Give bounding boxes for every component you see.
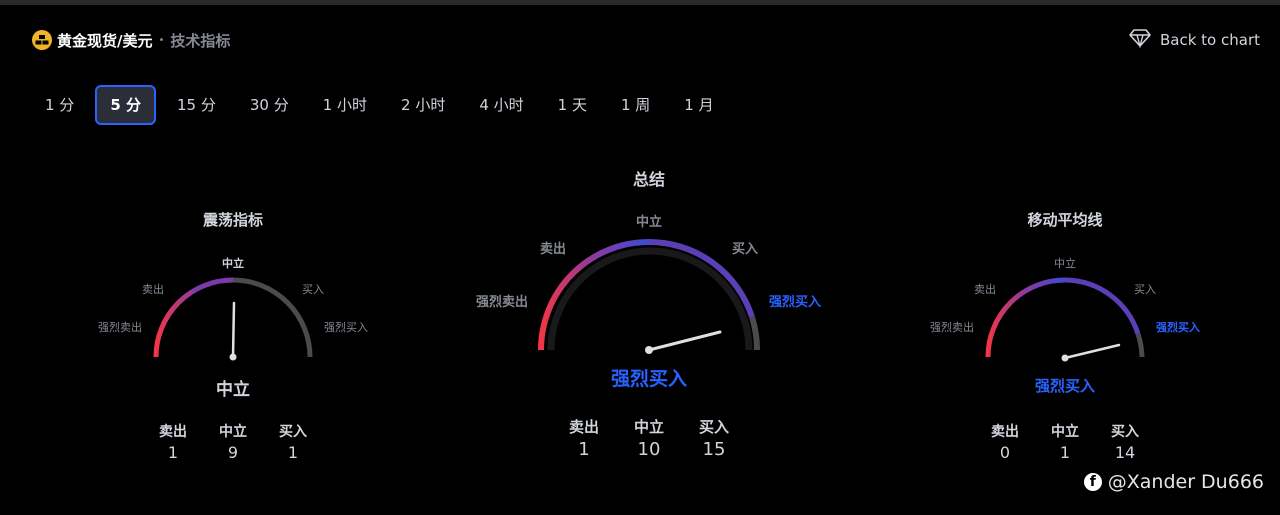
count-buy-value: 14 [1114,443,1136,462]
count-neutral-value: 1 [1059,443,1071,462]
needle-hub [229,353,237,361]
gauge-result: 中立 [216,380,250,400]
count-sell-value: 0 [999,443,1011,462]
signal-counts: 卖出 0 中立 1 买入 14 [915,421,1215,462]
count-sell-label: 卖出 [568,418,599,436]
gauge-needle [647,330,722,352]
count-neutral-value: 10 [637,439,661,460]
count-neutral-label: 中立 [633,418,664,436]
label-neutral: 中立 [1054,256,1076,270]
count-buy-label: 买入 [279,424,307,440]
gauge-needle [1063,343,1121,360]
watermark: f @Xander Du666 [1083,471,1264,493]
gauge-dial: 强烈卖出 卖出 中立 买入 强烈买入 [476,214,821,354]
gauge-dial: 强烈卖出 卖出 中立 买入 强烈买入 [98,256,368,361]
label-strong-buy: 强烈买入 [324,320,368,334]
label-neutral: 中立 [222,256,244,270]
count-buy-value: 1 [287,443,299,462]
label-sell: 卖出 [142,282,164,296]
count-neutral-label: 中立 [219,424,247,440]
label-strong-sell: 强烈卖出 [98,320,142,334]
gauge-title: 总结 [632,170,665,189]
label-strong-buy: 强烈买入 [1156,320,1200,334]
needle-hub [645,346,653,354]
summary-gauge: 总结 强烈卖出 卖出 中立 买入 强烈买入 强烈买入 卖出 1 中立 10 买入… [449,0,849,515]
tab-1m[interactable]: 1 分 [32,85,87,125]
signal-counts: 卖出 1 中立 9 买入 1 [83,421,383,462]
moving-averages-gauge: 移动平均线 强烈卖出 卖出 中立 买入 强烈买入 强烈买入 卖出 0 中立 1 [915,0,1215,515]
label-sell: 卖出 [974,282,996,296]
gauge-result: 强烈买入 [1034,377,1095,395]
label-buy: 买入 [302,283,324,296]
gold-bars-icon [32,30,52,50]
needle-hub [1061,354,1069,362]
count-buy-value: 15 [702,439,726,460]
count-neutral-label: 中立 [1051,424,1079,440]
label-buy: 买入 [1134,283,1156,296]
label-strong-sell: 强烈卖出 [930,320,974,334]
signal-counts: 卖出 1 中立 10 买入 15 [449,416,849,460]
label-buy: 买入 [732,242,758,257]
count-sell-value: 1 [578,439,590,460]
count-sell-label: 卖出 [159,424,187,440]
label-strong-sell: 强烈卖出 [476,294,528,310]
label-neutral: 中立 [636,214,662,230]
gauge-title: 震荡指标 [202,211,263,229]
label-sell: 卖出 [540,241,566,257]
gauge-dial: 强烈卖出 卖出 中立 买入 强烈买入 [930,256,1200,362]
tab-2h[interactable]: 2 小时 [388,85,458,125]
gauge-result: 强烈买入 [610,368,687,390]
gauge-needle [231,301,236,359]
gauge-title: 移动平均线 [1027,211,1103,229]
count-sell-value: 1 [167,443,179,462]
count-neutral-value: 9 [227,443,239,462]
oscillators-gauge: 震荡指标 强烈卖出 卖出 中立 买入 强烈买入 中立 卖出 1 中立 9 买入 [83,0,383,515]
facebook-icon: f [1083,473,1102,491]
count-buy-label: 买入 [698,418,729,436]
count-sell-label: 卖出 [991,424,1019,440]
label-strong-buy: 强烈买入 [769,295,821,310]
count-buy-label: 买入 [1111,424,1139,440]
watermark-text: @Xander Du666 [1107,471,1264,493]
